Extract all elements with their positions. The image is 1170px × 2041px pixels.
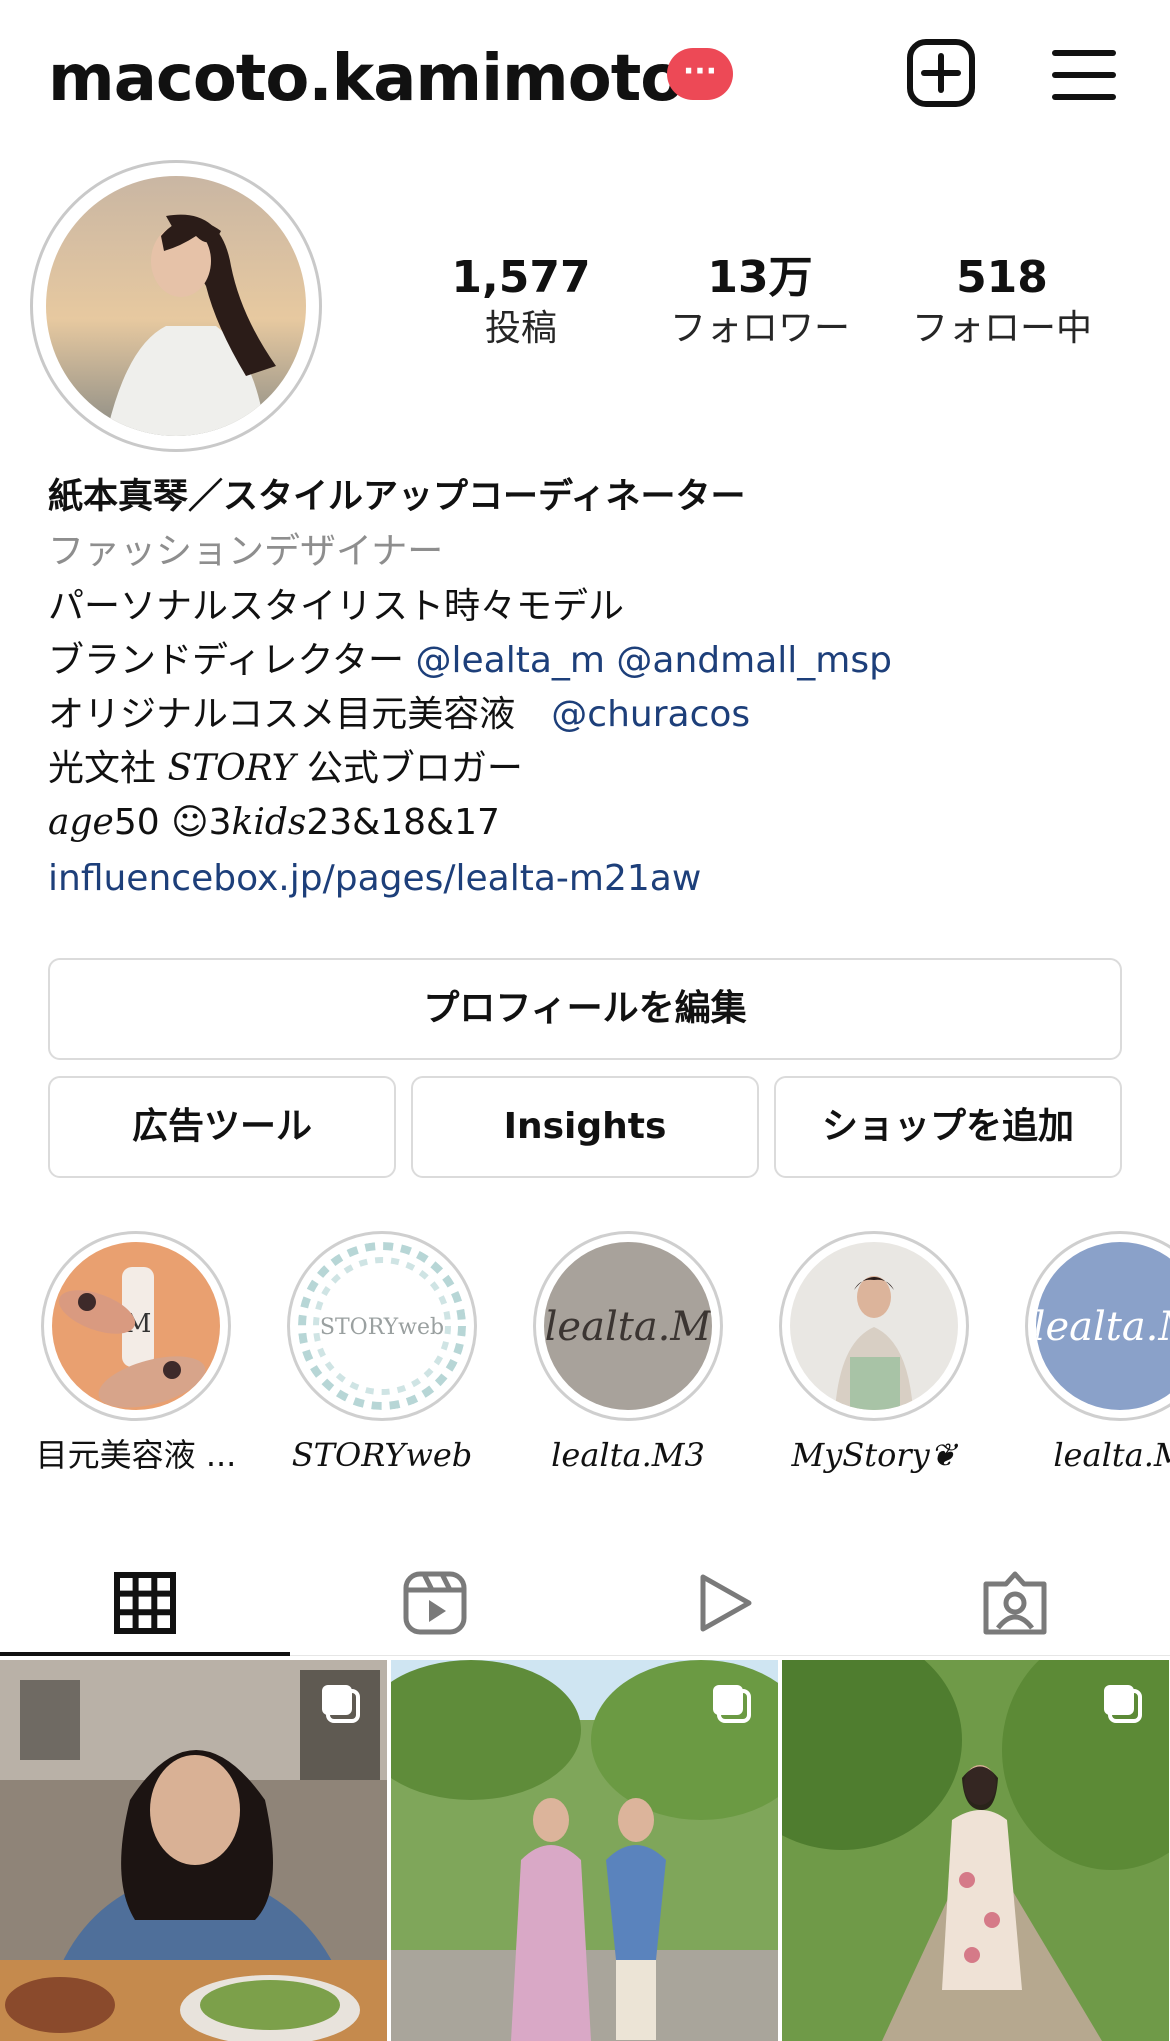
active-tab-indicator xyxy=(0,1652,290,1656)
bio-website-link[interactable]: influencebox.jp/pages/lealta-m21aw xyxy=(48,852,701,906)
mention-link[interactable]: @andmall_msp xyxy=(616,640,892,681)
tab-posts-grid[interactable] xyxy=(0,1550,290,1660)
highlight-cover: STORYweb xyxy=(298,1242,466,1410)
bio-text: ブランドディレクター xyxy=(48,640,416,681)
multiple-images-icon xyxy=(1101,1682,1145,1730)
posts-count: 1,577 xyxy=(451,252,591,303)
mention-link[interactable]: @lealta_m xyxy=(415,640,604,681)
insights-button[interactable]: Insights xyxy=(411,1076,759,1178)
highlight-label: 目元美容液 ... xyxy=(35,1436,237,1474)
bio-name: 紙本真琴／スタイルアップコーディネーター xyxy=(48,477,746,517)
bio-line: 光文社 STORY 公式ブロガー xyxy=(48,742,523,796)
highlight-label: lealta.M xyxy=(1053,1436,1170,1474)
ad-tools-button[interactable]: 広告ツール xyxy=(48,1076,396,1178)
stat-followers[interactable]: 13万 フォロワー xyxy=(650,250,870,352)
multiple-images-icon xyxy=(319,1682,363,1730)
tab-videos[interactable] xyxy=(580,1550,870,1660)
bio-text: kids xyxy=(231,802,307,843)
post-thumbnail[interactable] xyxy=(782,1660,1169,2041)
new-post-icon[interactable] xyxy=(906,38,976,108)
highlight-cover-text: lealta.M xyxy=(1036,1304,1170,1350)
bio-text: 50 ☺3 xyxy=(113,802,232,843)
bio-line: ブランドディレクター @lealta_m @andmall_msp xyxy=(48,634,892,688)
highlight-cover-text: STORYweb xyxy=(320,1315,444,1340)
highlight-cover xyxy=(790,1242,958,1410)
edit-profile-button[interactable]: プロフィールを編集 xyxy=(48,958,1122,1060)
tab-reels[interactable] xyxy=(290,1550,580,1660)
highlight-cover: M xyxy=(52,1242,220,1410)
reels-icon xyxy=(402,1570,468,1640)
bio-text: age xyxy=(48,802,114,843)
bio-text: 公式ブロガー xyxy=(295,748,523,789)
notification-badge[interactable]: ··· xyxy=(667,48,733,100)
video-play-icon xyxy=(695,1572,755,1638)
post-thumbnail[interactable] xyxy=(0,1660,387,2041)
profile-username[interactable]: macoto.kamimoto xyxy=(48,34,684,124)
following-label: フォロー中 xyxy=(911,308,1092,349)
mention-link[interactable]: @churacos xyxy=(551,694,750,735)
bio-text: オリジナルコスメ目元美容液 xyxy=(48,694,552,735)
bio-category: ファッションデザイナー xyxy=(48,531,444,572)
stat-following[interactable]: 518 フォロー中 xyxy=(892,250,1112,352)
avatar[interactable] xyxy=(46,176,306,436)
highlight-label: MyStory❦ xyxy=(791,1436,957,1474)
bio-line: age50 ☺3kids23&18&17 xyxy=(48,796,500,850)
bio-text: STORY xyxy=(167,748,296,789)
posts-label: 投稿 xyxy=(484,308,557,349)
grid-icon xyxy=(114,1572,176,1638)
followers-label: フォロワー xyxy=(669,308,850,349)
tagged-icon xyxy=(982,1570,1048,1640)
stat-posts[interactable]: 1,577 投稿 xyxy=(411,250,631,352)
post-thumbnail[interactable] xyxy=(391,1660,778,2041)
following-count: 518 xyxy=(956,252,1048,303)
bio-text: 光文社 xyxy=(48,748,168,789)
bio-line: オリジナルコスメ目元美容液 @churacos xyxy=(48,688,750,742)
tab-tagged[interactable] xyxy=(870,1550,1160,1660)
bio-text: 23&18&17 xyxy=(306,802,500,843)
highlight-cover-text: lealta.M xyxy=(545,1304,712,1350)
highlight-label: STORYweb xyxy=(291,1436,473,1474)
multiple-images-icon xyxy=(710,1682,754,1730)
menu-icon[interactable] xyxy=(1052,48,1116,102)
add-shop-button[interactable]: ショップを追加 xyxy=(774,1076,1122,1178)
highlight-cover: lealta.M xyxy=(544,1242,712,1410)
bio-line: パーソナルスタイリスト時々モデル xyxy=(48,586,625,627)
highlight-label: lealta.M3 xyxy=(551,1436,705,1474)
followers-count: 13万 xyxy=(707,252,813,303)
